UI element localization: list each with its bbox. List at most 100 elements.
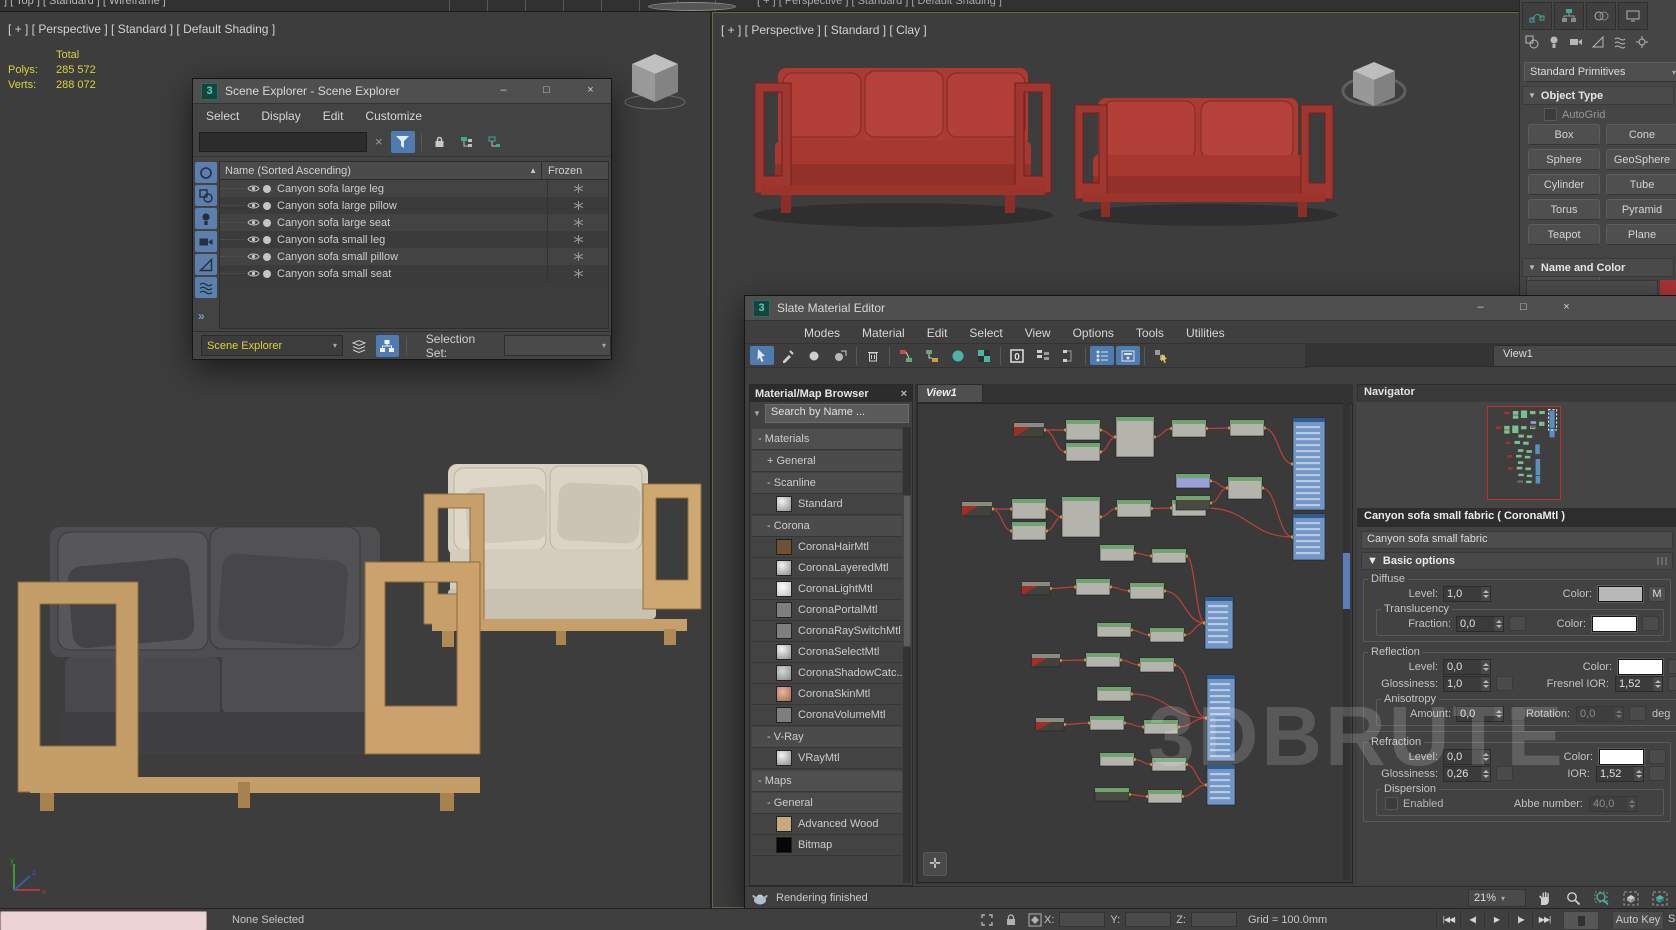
maximize-button[interactable]: □ <box>538 82 555 99</box>
translucency-map-slot[interactable] <box>1642 616 1659 631</box>
anisotropy-map-slot[interactable] <box>1509 706 1526 721</box>
slate-menu-edit[interactable]: Edit <box>916 326 959 340</box>
slate-titlebar[interactable]: 3 Slate Material Editor – □ × <box>745 296 1676 321</box>
browser-group--v-ray[interactable]: - V-Ray <box>752 727 902 748</box>
browser-item-coronaportalmtl[interactable]: CoronaPortalMtl <box>752 600 902 621</box>
slate-menu-modes[interactable]: Modes <box>793 326 851 340</box>
basic-options-rollout[interactable]: ▼Basic options <box>1361 552 1673 570</box>
refraction-level-spinner[interactable]: 0,0 <box>1443 749 1491 765</box>
reflection-glossiness-spinner[interactable]: 1,0 <box>1443 676 1491 692</box>
zoom-extents-icon[interactable] <box>1620 889 1642 907</box>
anisotropy-amount-spinner[interactable]: 0,0 <box>1456 706 1504 722</box>
modify-tab[interactable] <box>1522 2 1552 30</box>
browser-group--maps[interactable]: - Maps <box>752 771 902 792</box>
material-id-channel-button[interactable]: 0 <box>1005 346 1029 365</box>
viewcube-right[interactable] <box>1341 51 1407 117</box>
object-name[interactable]: Canyon sofa small leg <box>277 234 547 246</box>
browser-group--general[interactable]: - General <box>752 793 902 814</box>
browser-item-coronalightmtl[interactable]: CoronaLightMtl <box>752 579 902 600</box>
viewport-label-right[interactable]: [ + ] [ Perspective ] [ Standard ] [ Cla… <box>721 23 927 37</box>
browser-item-coronahairmtl[interactable]: CoronaHairMtl <box>752 537 902 558</box>
render-dot-icon[interactable] <box>263 253 271 261</box>
refraction-color-map-slot[interactable] <box>1649 749 1666 764</box>
abbe-number-spinner[interactable]: 40,0 <box>1589 796 1637 812</box>
clear-search-icon[interactable]: × <box>371 134 387 149</box>
object-type-rollout[interactable]: ▼Object Type <box>1522 86 1674 105</box>
space-warps-category-icon[interactable] <box>1610 31 1630 53</box>
slate-menu-material[interactable]: Material <box>851 326 916 340</box>
browser-item-vraymtl[interactable]: VRayMtl <box>752 748 902 769</box>
space-warps-filter-icon[interactable] <box>195 277 217 298</box>
diffuse-level-spinner[interactable]: 1,0 <box>1443 586 1491 602</box>
isolate-selection-icon[interactable] <box>980 913 994 927</box>
canvas-scrollbar[interactable] <box>1343 403 1350 880</box>
scene-object-row[interactable]: Canyon sofa small leg <box>220 231 608 248</box>
ior-map-slot[interactable] <box>1649 766 1666 781</box>
primitive-category-dropdown[interactable]: Standard Primitives▾ <box>1524 62 1676 82</box>
show-background-button[interactable] <box>972 346 996 365</box>
geometry-filter-icon[interactable] <box>195 162 217 183</box>
scene-object-row[interactable]: Canyon sofa large leg <box>220 180 608 197</box>
render-dot-icon[interactable] <box>263 185 271 193</box>
browser-close-icon[interactable]: × <box>901 388 907 400</box>
browser-group--corona[interactable]: - Corona <box>752 516 902 537</box>
frozen-toggle-icon[interactable] <box>547 265 608 282</box>
browser-header[interactable]: Material/Map Browser × <box>750 385 912 402</box>
geosphere-button[interactable]: GeoSphere <box>1606 149 1676 170</box>
frozen-toggle-icon[interactable] <box>547 180 608 197</box>
frozen-toggle-icon[interactable] <box>547 248 608 265</box>
viewcube-left[interactable] <box>622 50 688 112</box>
zoom-extents-selected-icon[interactable] <box>1649 889 1671 907</box>
delete-selected-button[interactable] <box>861 346 885 365</box>
canvas-pan-lock-button[interactable]: ✛ <box>923 852 947 876</box>
diffuse-color-swatch[interactable] <box>1598 586 1643 602</box>
name-color-rollout[interactable]: ▼Name and Color <box>1522 258 1674 277</box>
torus-button[interactable]: Torus <box>1528 199 1600 220</box>
hide-unused-nodeslots-button[interactable] <box>920 346 944 365</box>
scene-object-row[interactable]: Canyon sofa large seat <box>220 214 608 231</box>
glossiness-map-slot[interactable] <box>1496 676 1513 691</box>
visibility-eye-icon[interactable] <box>247 252 260 261</box>
node-graph-canvas[interactable] <box>917 403 1353 883</box>
browser-item-bitmap[interactable]: Bitmap <box>752 835 902 856</box>
browser-item-coronalayeredmtl[interactable]: CoronaLayeredMtl <box>752 558 902 579</box>
name-column-header[interactable]: Name (Sorted Ascending) <box>225 165 529 177</box>
object-name[interactable]: Canyon sofa large leg <box>277 183 547 195</box>
tube-button[interactable]: Tube <box>1606 174 1676 195</box>
pan-hand-icon[interactable] <box>1533 889 1555 907</box>
browser-item-coronaskinmtl[interactable]: CoronaSkinMtl <box>752 684 902 705</box>
material-name-field[interactable]: Canyon sofa small fabric <box>1361 531 1673 549</box>
go-to-end-button[interactable]: ▶▶| <box>1532 911 1556 928</box>
object-name[interactable]: Canyon sofa small pillow <box>277 251 547 263</box>
scene-explorer-titlebar[interactable]: 3 Scene Explorer - Scene Explorer – □ × <box>193 79 611 104</box>
show-shaded-material-in-viewport-button[interactable] <box>946 346 970 365</box>
scene-object-row[interactable]: Canyon sofa small pillow <box>220 248 608 265</box>
browser-group--materials[interactable]: - Materials <box>752 429 902 450</box>
fraction-map-slot[interactable] <box>1509 616 1526 631</box>
box-button[interactable]: Box <box>1528 124 1600 145</box>
zoom-tool-icon[interactable] <box>1562 889 1584 907</box>
lock-button[interactable] <box>428 131 452 153</box>
render-dot-icon[interactable] <box>263 202 271 210</box>
slate-menu-view[interactable]: View <box>1014 326 1062 340</box>
viewport-label-left[interactable]: [ + ] [ Perspective ] [ Standard ] [ Def… <box>8 22 275 36</box>
reflection-level-spinner[interactable]: 0,0 <box>1443 659 1491 675</box>
navigator-toggle-button[interactable] <box>1116 346 1140 365</box>
close-button[interactable]: × <box>582 82 599 99</box>
frozen-column-header[interactable]: Frozen <box>541 162 608 179</box>
selection-set-dropdown[interactable]: ▾ <box>504 335 611 356</box>
scene-explorer-menu-customize[interactable]: Customize <box>354 109 433 123</box>
z-field[interactable] <box>1191 912 1237 927</box>
hierarchy-view-button[interactable] <box>376 335 399 357</box>
minimize-button[interactable]: – <box>1472 299 1489 316</box>
pick-material-from-object-button[interactable] <box>828 346 852 365</box>
lights-category-icon[interactable] <box>1544 31 1564 53</box>
visibility-eye-icon[interactable] <box>247 201 260 210</box>
scene-object-row[interactable]: Canyon sofa large pillow <box>220 197 608 214</box>
zoom-level-dropdown[interactable]: 21%▾ <box>1468 889 1526 907</box>
browser-group--general[interactable]: + General <box>752 451 902 472</box>
layers-view-button[interactable] <box>348 335 371 357</box>
visibility-eye-icon[interactable] <box>247 184 260 193</box>
frozen-toggle-icon[interactable] <box>547 231 608 248</box>
collapse-tree-button[interactable] <box>484 131 508 153</box>
